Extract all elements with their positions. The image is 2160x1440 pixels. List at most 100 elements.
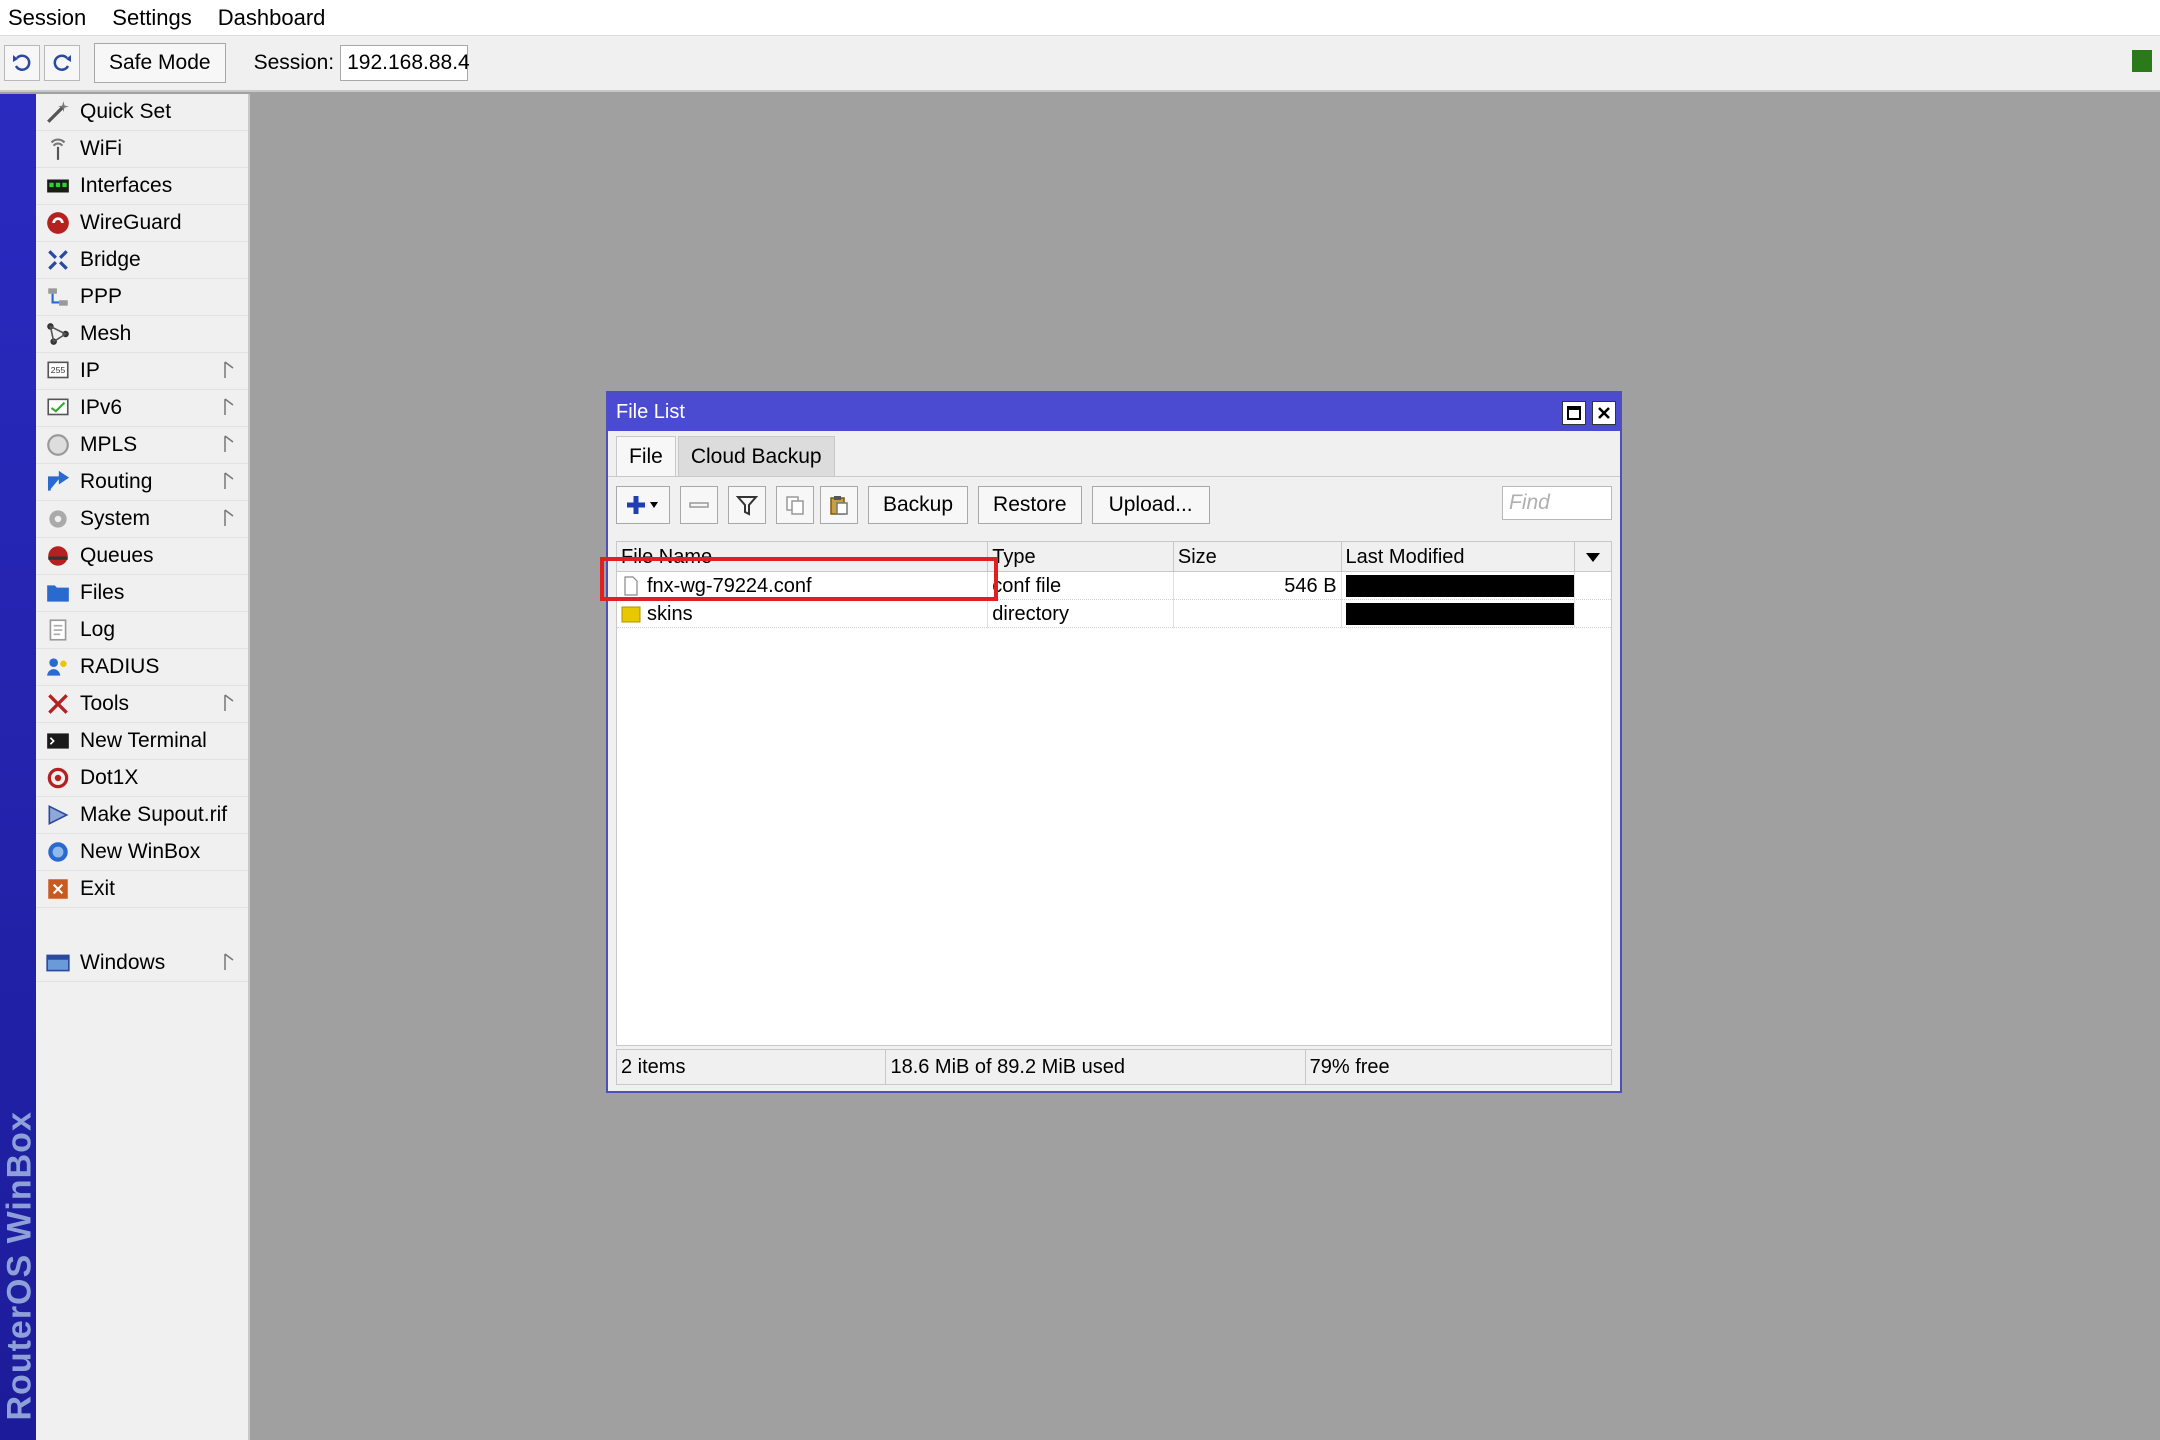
menu-settings[interactable]: Settings (104, 5, 206, 31)
tab-bar: File Cloud Backup (608, 431, 1620, 477)
redacted-block (1345, 575, 1574, 597)
file-size (1174, 600, 1342, 628)
sidebar-item-windows[interactable]: Windows (36, 945, 248, 982)
sidebar-item-label: Interfaces (80, 174, 173, 197)
wand-icon (44, 98, 72, 126)
sidebar-item-ipv6[interactable]: IPv6 (36, 390, 248, 427)
submenu-indicator (224, 361, 234, 379)
menu-session[interactable]: Session (0, 5, 100, 31)
remove-button[interactable] (680, 486, 718, 524)
sidebar-item-system[interactable]: System (36, 501, 248, 538)
tab-file[interactable]: File (616, 436, 676, 476)
sidebar-item-tools[interactable]: Tools (36, 686, 248, 723)
sidebar-item-quick-set[interactable]: Quick Set (36, 94, 248, 131)
connection-status-indicator (2132, 50, 2152, 72)
paste-button[interactable] (820, 486, 858, 524)
find-input[interactable]: Find (1502, 486, 1612, 520)
filter-button[interactable] (728, 486, 766, 524)
upload-button[interactable]: Upload... (1091, 486, 1210, 524)
routing-icon (44, 468, 72, 496)
sidebar: Quick Set WiFi Interfaces WireGuard Bridge PP… (36, 94, 250, 1440)
sidebar-item-make-supout-rif[interactable]: Make Supout.rif (36, 797, 248, 834)
radius-icon (44, 653, 72, 681)
add-button[interactable] (616, 486, 670, 524)
file-table: File Name Type Size Last Modified fnx-wg… (616, 541, 1612, 1046)
submenu-arrow-icon (224, 472, 234, 489)
log-icon (44, 616, 72, 644)
column-last-modified[interactable]: Last Modified (1342, 542, 1576, 572)
sidebar-item-queues[interactable]: Queues (36, 538, 248, 575)
sidebar-item-label: Files (80, 581, 125, 604)
sidebar-item-exit[interactable]: Exit (36, 871, 248, 908)
sidebar-item-label: Exit (80, 877, 116, 900)
close-button[interactable] (1592, 401, 1616, 425)
redo-icon (53, 54, 71, 71)
submenu-arrow-icon (224, 509, 234, 526)
last-modified-cell (1342, 572, 1576, 600)
sidebar-item-new-terminal[interactable]: New Terminal (36, 723, 248, 760)
item-count: 2 items (617, 1050, 887, 1084)
restore-button[interactable]: Restore (978, 486, 1082, 524)
queues-icon (44, 542, 72, 570)
undo-icon (13, 54, 31, 71)
column-chooser[interactable] (1575, 542, 1611, 572)
sidebar-item-label: WiFi (80, 137, 122, 160)
sidebar-item-mesh[interactable]: Mesh (36, 316, 248, 353)
undo-button[interactable] (4, 45, 40, 81)
antenna-icon (44, 135, 72, 163)
storage-free: 79% free (1309, 1055, 1390, 1078)
window-titlebar[interactable]: File List (608, 393, 1620, 431)
submenu-arrow-icon (224, 694, 234, 711)
submenu-arrow-icon (224, 435, 234, 452)
sidebar-item-new-winbox[interactable]: New WinBox (36, 834, 248, 871)
sidebar-item-interfaces[interactable]: Interfaces (36, 168, 248, 205)
row-spacer (1575, 600, 1611, 628)
submenu-indicator (224, 953, 234, 971)
submenu-arrow-icon (224, 398, 234, 415)
sidebar-item-ppp[interactable]: PPP (36, 279, 248, 316)
sidebar-item-log[interactable]: Log (36, 612, 248, 649)
tab-cloud-backup[interactable]: Cloud Backup (677, 436, 835, 476)
maximize-icon (1567, 406, 1581, 420)
table-row[interactable]: skins directory (617, 600, 1611, 628)
column-size[interactable]: Size (1174, 542, 1342, 572)
menu-bar: Session Settings Dashboard (0, 0, 2160, 36)
sidebar-item-files[interactable]: Files (36, 575, 248, 612)
menu-dashboard[interactable]: Dashboard (210, 5, 340, 31)
file-size: 546 B (1174, 572, 1342, 600)
interfaces-icon (44, 172, 72, 200)
brand-strip: RouterOS WinBox (0, 94, 36, 1440)
sidebar-item-wifi[interactable]: WiFi (36, 131, 248, 168)
submenu-arrow-icon (224, 361, 234, 378)
copy-button[interactable] (776, 486, 814, 524)
file-list-window: File List File Cloud Backup Backup Resto… (606, 391, 1622, 1093)
ip-icon: 255 (44, 357, 72, 385)
maximize-button[interactable] (1562, 401, 1586, 425)
sidebar-item-label: New Terminal (80, 729, 207, 752)
row-spacer (1575, 572, 1611, 600)
safe-mode-button[interactable]: Safe Mode (94, 43, 226, 83)
tools-icon (44, 690, 72, 718)
sidebar-item-mpls[interactable]: MPLS (36, 427, 248, 464)
submenu-indicator (224, 472, 234, 490)
session-field[interactable]: 192.168.88.4 (340, 45, 470, 81)
window-title: File List (616, 400, 685, 423)
wireguard-icon (44, 209, 72, 237)
plus-icon (627, 496, 658, 514)
sidebar-item-label: RADIUS (80, 655, 160, 678)
sidebar-item-wireguard[interactable]: WireGuard (36, 205, 248, 242)
sidebar-item-dot1x[interactable]: Dot1X (36, 760, 248, 797)
redo-button[interactable] (44, 45, 80, 81)
backup-button[interactable]: Backup (868, 486, 969, 524)
sidebar-item-routing[interactable]: Routing (36, 464, 248, 501)
sidebar-item-bridge[interactable]: Bridge (36, 242, 248, 279)
sidebar-item-label: Windows (80, 951, 166, 974)
sidebar-item-label: Bridge (80, 248, 141, 271)
ppp-icon (44, 283, 72, 311)
column-type[interactable]: Type (988, 542, 1174, 572)
sidebar-item-ip[interactable]: 255 IP (36, 353, 248, 390)
sidebar-item-radius[interactable]: RADIUS (36, 649, 248, 686)
ipv6-icon (44, 394, 72, 422)
sidebar-item-label: IP (80, 359, 100, 382)
